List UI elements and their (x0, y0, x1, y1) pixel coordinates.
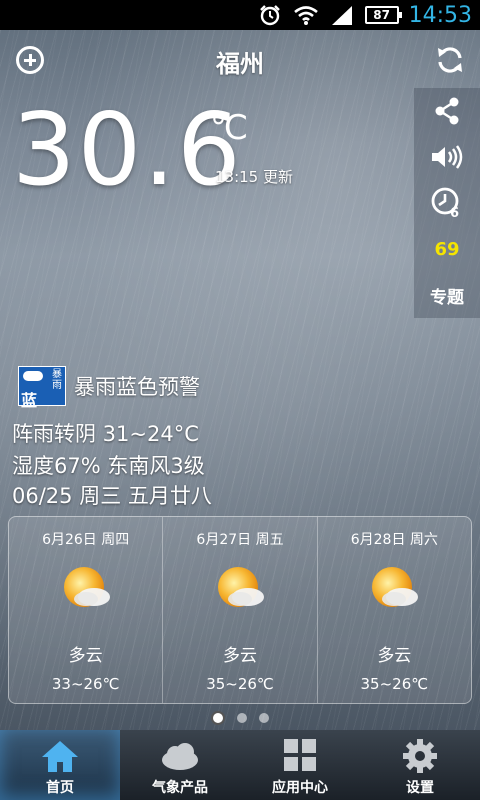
temperature-unit: ℃ (210, 108, 249, 148)
cloud-icon (162, 743, 198, 770)
page-dot[interactable] (259, 713, 269, 723)
home-icon (42, 741, 78, 772)
page-dot-active[interactable] (211, 711, 225, 725)
nav-label: 气象产品 (152, 780, 208, 796)
sun-cloud-icon (63, 567, 110, 607)
nav-settings[interactable]: 设置 (360, 730, 480, 800)
status-bar: 87 14:53 (0, 0, 480, 30)
aqi-value[interactable]: 69 (414, 226, 480, 272)
grid-icon (284, 739, 316, 771)
battery-icon: 87 (364, 6, 402, 24)
forecast-temp: 35~26℃ (206, 675, 274, 693)
nav-label: 首页 (46, 780, 74, 796)
weather-summary: 阵雨转阴 31~24°C (12, 422, 199, 446)
warning-icon-text: 暴雨 (52, 369, 62, 391)
update-time: 13:15 更新 (215, 168, 293, 186)
page-indicator (0, 711, 480, 725)
bottom-nav: 首页 气象产品 应用中心 设置 (0, 730, 480, 800)
refresh-button[interactable] (434, 44, 466, 76)
nav-weather-products[interactable]: 气象产品 (120, 730, 240, 800)
topic-button[interactable]: 专题 (414, 272, 480, 318)
weather-warning[interactable]: 暴雨 蓝 暴雨蓝色预警 (18, 366, 200, 410)
city-title: 福州 (216, 50, 264, 78)
svg-text:6: 6 (450, 206, 459, 220)
clock-six-icon: 6 (431, 187, 459, 220)
warning-label: 暴雨蓝色预警 (74, 375, 200, 399)
timer-button[interactable]: 6 (414, 180, 480, 226)
voice-button[interactable] (414, 134, 480, 180)
current-temperature: 30.6 (12, 91, 243, 208)
alarm-icon (257, 4, 283, 26)
forecast-date: 6月26日 周四 (42, 532, 130, 548)
humidity-wind: 湿度67% 东南风3级 (12, 454, 205, 478)
page-dot[interactable] (237, 713, 247, 723)
forecast-panel[interactable]: 6月26日 周四 多云 33~26℃ 6月27日 周五 多云 35~26℃ 6月… (8, 516, 472, 704)
nav-label: 设置 (406, 780, 434, 796)
forecast-desc: 多云 (377, 646, 412, 666)
forecast-desc: 多云 (68, 646, 103, 666)
refresh-icon (438, 47, 462, 73)
nav-home[interactable]: 首页 (0, 730, 120, 800)
forecast-desc: 多云 (222, 646, 257, 666)
warning-icon-char: 蓝 (21, 391, 38, 410)
top-bar: 福州 (0, 30, 480, 90)
share-icon (435, 97, 459, 125)
gear-icon (403, 739, 437, 773)
nav-app-center[interactable]: 应用中心 (240, 730, 360, 800)
sun-cloud-icon (217, 567, 264, 607)
wifi-icon (293, 4, 319, 26)
signal-icon (329, 4, 355, 26)
share-button[interactable] (414, 88, 480, 134)
nav-label: 应用中心 (272, 780, 328, 796)
forecast-day[interactable]: 6月28日 周六 多云 35~26℃ (316, 517, 471, 703)
side-panel: 6 69 专题 (414, 88, 480, 318)
forecast-day[interactable]: 6月26日 周四 多云 33~26℃ (9, 517, 162, 703)
speaker-icon (432, 145, 463, 169)
clock: 14:53 (408, 2, 472, 28)
rainstorm-warning-icon: 暴雨 蓝 (18, 366, 66, 410)
forecast-temp: 35~26℃ (360, 675, 429, 693)
forecast-date: 6月28日 周六 (350, 532, 438, 548)
forecast-day[interactable]: 6月27日 周五 多云 35~26℃ (162, 517, 316, 703)
date-line: 06/25 周三 五月廿八 (12, 484, 212, 508)
forecast-date: 6月27日 周五 (196, 532, 284, 548)
sun-cloud-icon (372, 567, 419, 607)
forecast-temp: 33~26℃ (51, 675, 120, 693)
